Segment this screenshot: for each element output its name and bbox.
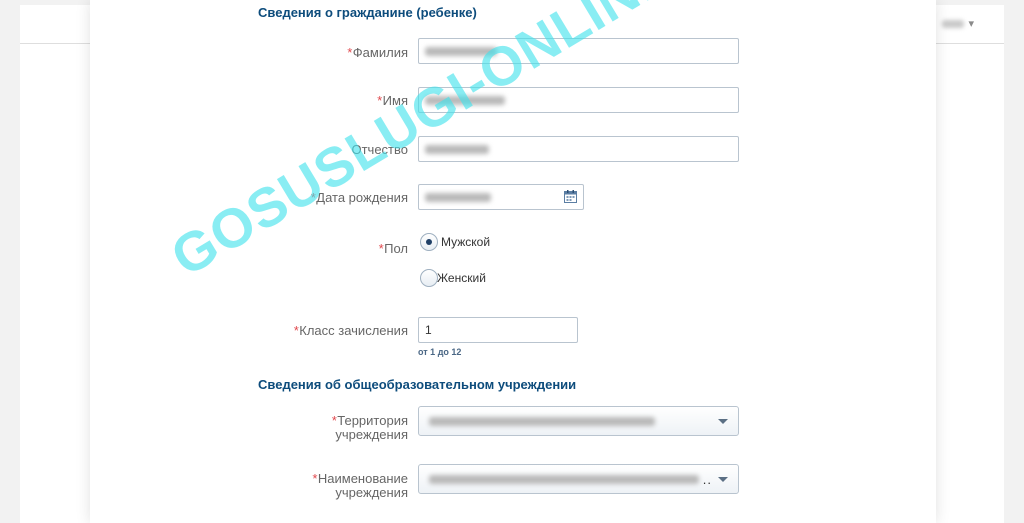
birth-date-value-blurred — [425, 193, 491, 202]
chevron-down-icon — [718, 419, 728, 424]
application-form-modal: Сведения о гражданине (ребенке) *Фамилия… — [90, 0, 936, 523]
gender-option-female[interactable]: Женский — [420, 269, 486, 287]
birth-date-input[interactable] — [418, 184, 584, 210]
required-mark: * — [311, 471, 317, 486]
birth-date-label: *Дата рождения — [90, 191, 408, 205]
institution-label-line2: учреждения — [335, 485, 408, 500]
calendar-icon[interactable] — [564, 190, 577, 203]
institution-label: *Наименование учреждения — [90, 472, 408, 500]
gender-label: *Пол — [90, 242, 408, 256]
gender-male-radio[interactable] — [420, 233, 438, 251]
chevron-down-icon: ▾ — [968, 18, 974, 30]
last-name-label: *Фамилия — [90, 46, 408, 60]
gender-label-text: Пол — [384, 241, 408, 256]
patronymic-label: Отчество — [90, 143, 408, 157]
section-title-school: Сведения об общеобразовательном учрежден… — [258, 377, 577, 392]
first-name-label: *Имя — [90, 94, 408, 108]
territory-label: *Территория учреждения — [90, 414, 408, 442]
gender-male-label: Мужской — [441, 235, 491, 249]
portal-user-name-blurred — [942, 20, 965, 29]
institution-select[interactable]: .. — [418, 464, 739, 494]
portal-user-menu[interactable]: ▾ — [934, 14, 974, 34]
patronymic-label-text: Отчество — [351, 142, 408, 157]
institution-value-blurred — [429, 475, 699, 484]
gender-female-radio[interactable] — [420, 269, 438, 287]
required-mark: * — [293, 323, 299, 338]
last-name-input[interactable] — [418, 38, 739, 64]
institution-truncation: .. — [702, 472, 712, 487]
grade-label-text: Класс зачисления — [299, 323, 408, 338]
territory-select[interactable] — [418, 406, 739, 436]
last-name-label-text: Фамилия — [352, 45, 408, 60]
required-mark: * — [376, 93, 382, 108]
institution-label-line1: Наименование — [317, 471, 408, 486]
gender-option-male[interactable]: Мужской — [420, 233, 490, 251]
grade-hint: от 1 до 12 — [418, 347, 462, 357]
grade-label: *Класс зачисления — [90, 324, 408, 338]
last-name-value-blurred — [425, 47, 497, 56]
gender-female-label: Женский — [437, 271, 486, 285]
first-name-label-text: Имя — [382, 93, 408, 108]
required-mark: * — [346, 45, 352, 60]
screenshot-root: ▾ Сведения о гражданине (ребенке) *Фамил… — [0, 0, 1024, 523]
territory-value-blurred — [429, 417, 655, 426]
required-mark: * — [331, 413, 337, 428]
section-title-citizen: Сведения о гражданине (ребенке) — [258, 5, 477, 20]
territory-label-line2: учреждения — [335, 427, 408, 442]
birth-date-label-text: Дата рождения — [316, 190, 408, 205]
grade-input[interactable] — [418, 317, 578, 343]
required-mark: * — [310, 190, 316, 205]
patronymic-value-blurred — [425, 145, 489, 154]
required-mark: * — [378, 241, 384, 256]
first-name-input[interactable] — [418, 87, 739, 113]
first-name-value-blurred — [425, 96, 505, 105]
territory-label-line1: Территория — [337, 413, 408, 428]
patronymic-input[interactable] — [418, 136, 739, 162]
chevron-down-icon — [718, 477, 728, 482]
